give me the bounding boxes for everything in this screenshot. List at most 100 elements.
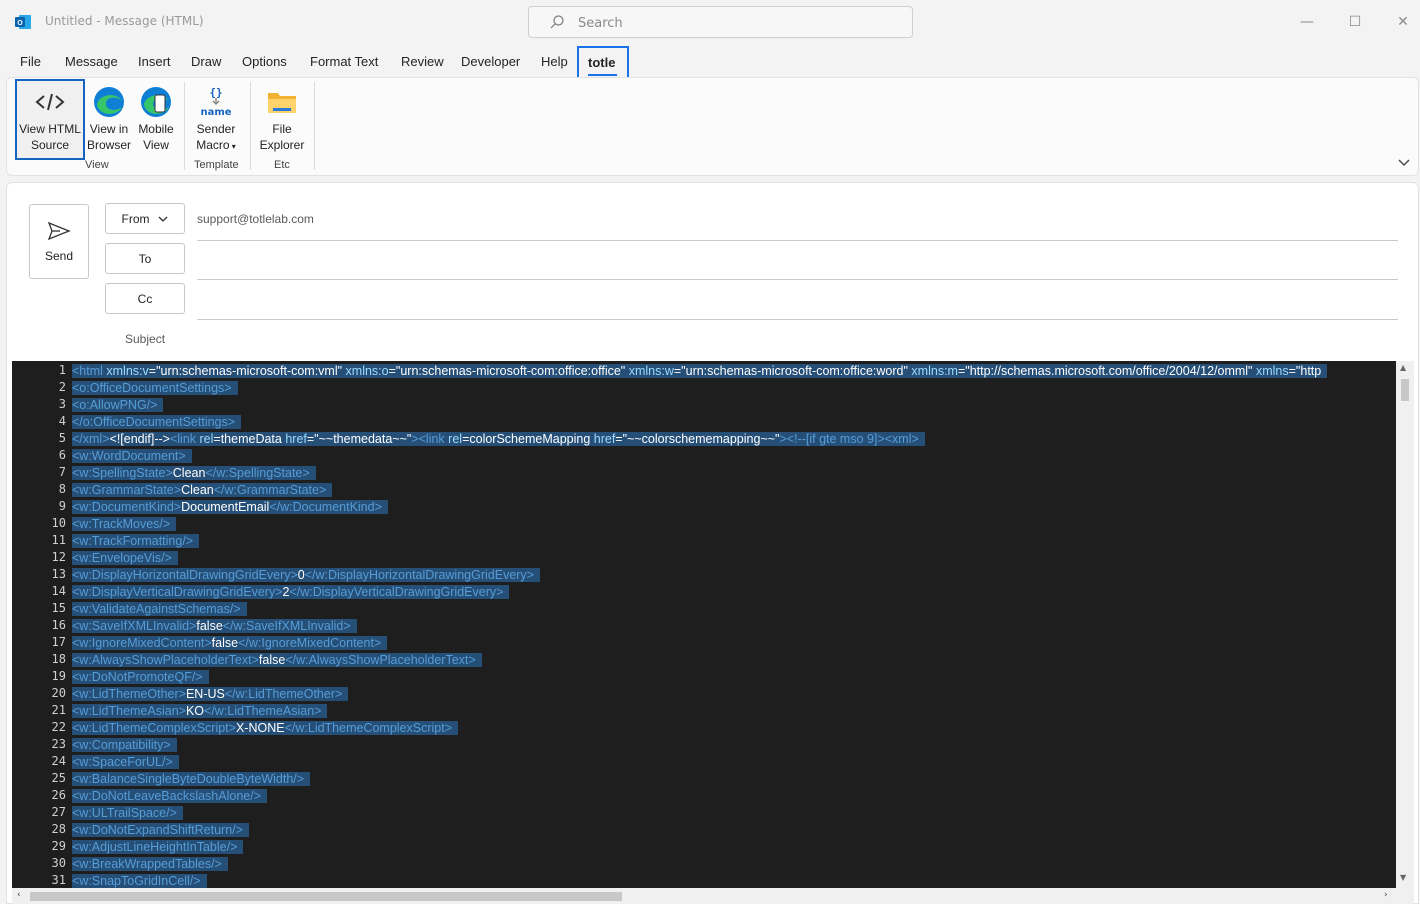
menu-message[interactable]: Message	[65, 54, 118, 69]
line-number: 31	[51, 873, 66, 887]
ribbon-separator	[184, 82, 185, 170]
selected-code-text: <o:OfficeDocumentSettings>	[72, 381, 238, 395]
vertical-scroll-thumb[interactable]	[1401, 379, 1409, 401]
selected-code-text: <w:AdjustLineHeightInTable/>	[72, 840, 244, 854]
code-token: <w:DisplayHorizontalDrawingGridEvery>	[72, 568, 298, 582]
code-token: <w:BalanceSingleByteDoubleByteWidth/>	[72, 772, 305, 786]
code-token: </w:DisplayHorizontalDrawingGridEvery>	[304, 568, 534, 582]
code-token: <w:AlwaysShowPlaceholderText>	[72, 653, 259, 667]
menu-file[interactable]: File	[20, 54, 41, 69]
view-in-browser-label-1: View in	[89, 122, 129, 136]
code-token: </o:OfficeDocumentSettings>	[72, 415, 236, 429]
mobile-view-button[interactable]: Mobile View	[134, 81, 178, 153]
scroll-down-arrow-icon[interactable]: ▼	[1400, 873, 1406, 882]
to-button[interactable]: To	[105, 243, 185, 274]
code-token: <w:LidThemeAsian>	[72, 704, 186, 718]
code-token: ><link	[411, 432, 449, 446]
selected-code-text: <w:EnvelopeVis/>	[72, 551, 178, 565]
scroll-right-arrow-icon[interactable]: ›	[1384, 890, 1388, 900]
code-line: <w:DocumentKind>DocumentEmail</w:Documen…	[72, 499, 388, 516]
vertical-scrollbar[interactable]: ▲ ▼	[1396, 361, 1414, 888]
code-line: <w:TrackFormatting/>	[72, 533, 200, 550]
code-token: <w:DocumentKind>	[72, 500, 182, 514]
menu-totle-label: totle	[588, 55, 616, 70]
menu-format-text[interactable]: Format Text	[310, 54, 378, 69]
macro-icon-text: name	[200, 107, 231, 118]
search-box[interactable]	[528, 6, 913, 38]
search-input[interactable]	[576, 13, 896, 33]
selected-code-text: <w:ULTrailSpace/>	[72, 806, 183, 820]
mobile-edge-icon	[141, 87, 171, 117]
code-token: </w:IgnoreMixedContent>	[238, 636, 382, 650]
ribbon-collapse-chevron-icon[interactable]	[1396, 154, 1412, 170]
code-line: <w:IgnoreMixedContent>false</w:IgnoreMix…	[72, 635, 388, 652]
to-field-underline[interactable]	[197, 279, 1398, 280]
line-number: 24	[51, 754, 66, 768]
code-area[interactable]: <html xmlns:v="urn:schemas-microsoft-com…	[70, 361, 1396, 888]
line-number: 2	[58, 380, 66, 394]
code-token: href	[285, 432, 307, 446]
minimize-button[interactable]: —	[1292, 8, 1322, 36]
sender-macro-button[interactable]: {} name Sender Macro ▾	[191, 81, 241, 153]
line-number: 6	[58, 448, 66, 462]
selected-code-text: <html xmlns:v="urn:schemas-microsoft-com…	[72, 364, 1328, 378]
scroll-left-arrow-icon[interactable]: ‹	[17, 890, 21, 900]
cc-field-underline[interactable]	[197, 319, 1398, 320]
selected-code-text: <w:WordDocument>	[72, 449, 192, 463]
code-line: <w:LidThemeOther>EN-US</w:LidThemeOther>	[72, 686, 349, 703]
code-line: <w:Compatibility>	[72, 737, 177, 754]
code-token: <w:TrackMoves/>	[72, 517, 171, 531]
code-token: <w:AdjustLineHeightInTable/>	[72, 840, 238, 854]
code-token: EN-US	[185, 687, 225, 701]
send-button[interactable]: Send	[29, 204, 89, 279]
code-token: xmlns:o	[345, 364, 389, 378]
html-source-editor[interactable]: 1 2 3 4 5 6 7 8 9 10 11 12 13 14 15 16 17 18 19 20 21 22 23 24 2…	[12, 361, 1414, 904]
window-title: Untitled - Message (HTML)	[45, 14, 204, 28]
code-token: </w:LidThemeAsian>	[204, 704, 322, 718]
selected-code-text: <w:IgnoreMixedContent>false</w:IgnoreMix…	[72, 636, 388, 650]
code-token: <w:DoNotPromoteQF/>	[72, 670, 203, 684]
code-token: href	[593, 432, 616, 446]
to-label: To	[138, 251, 152, 266]
view-html-source-label-1: View HTML	[19, 122, 81, 136]
code-token: ><!--[if gte mso 9]><xml>	[779, 432, 919, 446]
code-brackets-icon	[35, 93, 65, 111]
view-in-browser-button[interactable]: View in Browser	[87, 81, 131, 153]
menu-help[interactable]: Help	[541, 54, 568, 69]
code-token: </w:AlwaysShowPlaceholderText>	[285, 653, 476, 667]
code-token: false	[258, 653, 286, 667]
menu-insert[interactable]: Insert	[138, 54, 171, 69]
menu-review[interactable]: Review	[401, 54, 444, 69]
code-line: <w:BreakWrappedTables/>	[72, 856, 228, 873]
file-explorer-button[interactable]: File Explorer	[257, 81, 307, 153]
from-button[interactable]: From	[105, 203, 185, 234]
code-line: <w:SnapToGridInCell/>	[72, 873, 207, 888]
code-token: <w:DoNotLeaveBackslashAlone/>	[72, 789, 262, 803]
close-button[interactable]: ✕	[1388, 8, 1418, 36]
code-line: <w:BalanceSingleByteDoubleByteWidth/>	[72, 771, 311, 788]
line-number: 3	[58, 397, 66, 411]
svg-text:O: O	[17, 20, 23, 27]
group-label-etc: Etc	[274, 159, 290, 171]
horizontal-scroll-thumb[interactable]	[30, 892, 622, 901]
menu-totle-active-tab[interactable]: totle	[577, 46, 629, 80]
selected-code-text: <w:DocumentKind>DocumentEmail</w:Documen…	[72, 500, 388, 514]
line-number: 8	[58, 482, 66, 496]
maximize-button[interactable]: ☐	[1340, 8, 1370, 36]
scroll-up-arrow-icon[interactable]: ▲	[1400, 363, 1406, 372]
cc-button[interactable]: Cc	[105, 283, 185, 314]
selected-code-text: <w:LidThemeOther>EN-US</w:LidThemeOther>	[72, 687, 349, 701]
cc-label: Cc	[137, 291, 153, 306]
menu-developer[interactable]: Developer	[461, 54, 520, 69]
code-token: <w:GrammarState>	[72, 483, 182, 497]
code-token: <o:OfficeDocumentSettings>	[72, 381, 232, 395]
code-token: false	[196, 619, 223, 633]
menu-options[interactable]: Options	[242, 54, 287, 69]
code-token: =colorSchemeMapping	[462, 432, 594, 446]
code-token: <w:DoNotExpandShiftReturn/>	[72, 823, 243, 837]
menu-draw[interactable]: Draw	[191, 54, 221, 69]
view-html-source-button[interactable]: View HTML Source	[15, 79, 85, 160]
line-number: 1	[58, 363, 66, 377]
horizontal-scrollbar[interactable]: ‹ ›	[12, 888, 1414, 904]
menu-bar: File Message Insert Draw Options Format …	[0, 46, 1420, 76]
